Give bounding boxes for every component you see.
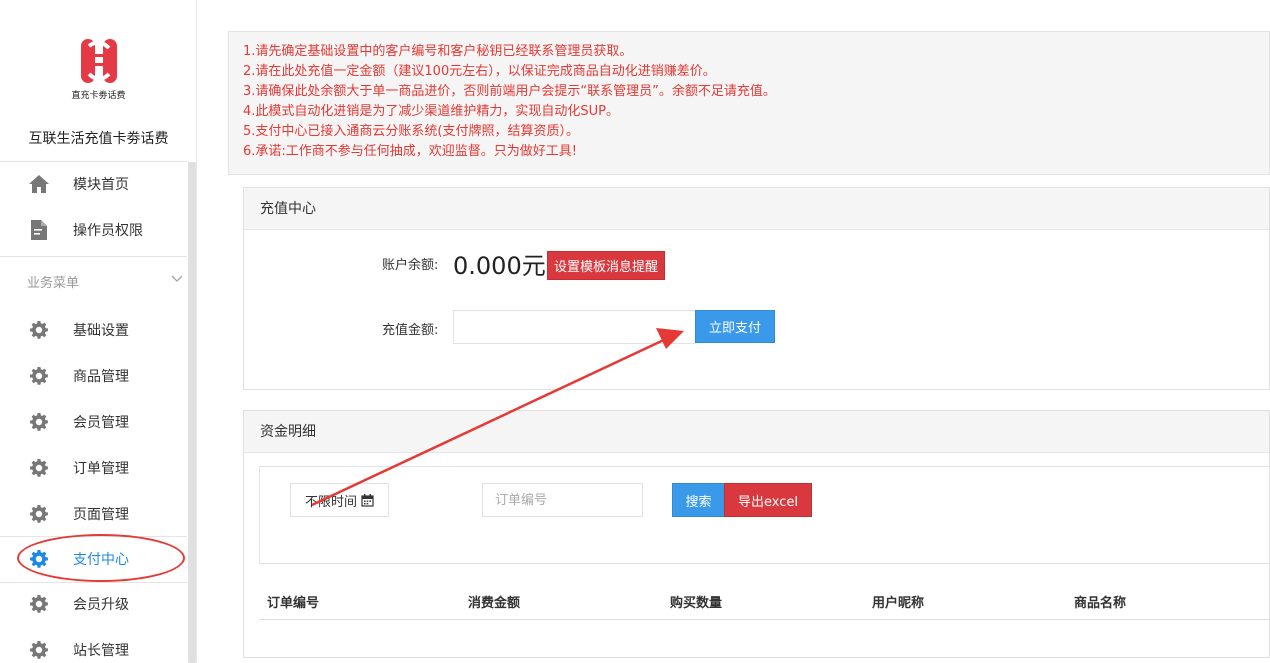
- notice-line: 4.此模式自动化进销是为了减少渠道维护精力，实现自动化SUP。: [243, 104, 620, 119]
- notice-line: 3.请确保此处余额大于单一商品进价，否则前端用户会提示“联系管理员”。余额不足请…: [243, 84, 776, 99]
- order-number-input[interactable]: [482, 483, 643, 517]
- export-excel-button[interactable]: 导出excel: [724, 483, 812, 517]
- divider: [0, 256, 187, 257]
- date-filter-label: 不限时间: [304, 494, 357, 510]
- gear-icon: [28, 548, 50, 570]
- column-header: 购买数量: [670, 596, 723, 611]
- sidebar-item-label: 站长管理: [73, 643, 129, 659]
- sidebar-item-label: 页面管理: [73, 507, 129, 523]
- column-header: 用户昵称: [872, 596, 925, 611]
- sidebar-item-operator-permissions[interactable]: 操作员权限: [0, 207, 187, 253]
- logo: 直充卡劵话费: [0, 36, 197, 101]
- notice-line: 2.请在此处充值一定金额（建议100元左右），以保证完成商品自动化进销赚差价。: [243, 64, 716, 79]
- gear-icon: [28, 457, 50, 479]
- pay-now-button[interactable]: 立即支付: [695, 310, 775, 343]
- sidebar-item-label: 会员管理: [73, 415, 129, 431]
- gear-icon: [28, 411, 50, 433]
- sidebar-item-1[interactable]: 基础设置: [0, 307, 187, 353]
- sidebar-item-4[interactable]: 订单管理: [0, 445, 187, 491]
- logo-icon: [80, 39, 117, 83]
- notice-box: 1.请先确定基础设置中的客户编号和客户秘钥已经联系管理员获取。 2.请在此处充值…: [228, 31, 1270, 175]
- panel-title: 资金明细: [244, 411, 1269, 453]
- recharge-panel: 充值中心: [243, 187, 1270, 390]
- sidebar-item-label: 模块首页: [73, 177, 129, 193]
- section-title: 业务菜单: [27, 276, 80, 291]
- column-header: 订单编号: [267, 596, 320, 611]
- amount-label: 充值金额:: [382, 323, 439, 338]
- notice-line: 6.承诺:工作商不参与任何抽成，欢迎监督。只为做好工具!: [243, 144, 577, 159]
- app-name: 互联生活充值卡劵话费: [28, 131, 169, 147]
- notice-line: 5.支付中心已接入通商云分账系统(支付牌照，结算资质）。: [243, 124, 579, 139]
- sidebar-item-3[interactable]: 会员管理: [0, 399, 187, 445]
- sidebar-item-8[interactable]: 站长管理: [0, 627, 187, 663]
- chevron-down-icon[interactable]: [170, 272, 184, 286]
- document-edit-icon: [28, 219, 50, 241]
- sidebar-item-home[interactable]: 模块首页: [0, 161, 187, 207]
- sidebar-item-7[interactable]: 会员升级: [0, 581, 187, 627]
- sidebar-item-6[interactable]: 支付中心: [0, 536, 187, 582]
- sidebar-item-2[interactable]: 商品管理: [0, 353, 187, 399]
- date-filter-button[interactable]: 不限时间: [290, 483, 389, 517]
- sidebar-item-5[interactable]: 页面管理: [0, 491, 187, 537]
- column-header: 商品名称: [1074, 596, 1127, 611]
- gear-icon: [28, 503, 50, 525]
- sidebar-item-label: 操作员权限: [73, 223, 143, 239]
- table-header-divider: [259, 619, 1270, 620]
- panel-title: 充值中心: [244, 188, 1269, 230]
- column-header: 消费金额: [468, 596, 521, 611]
- scrollbar-thumb[interactable]: [188, 162, 196, 663]
- search-button[interactable]: 搜索: [672, 483, 725, 517]
- gear-icon: [28, 365, 50, 387]
- sidebar: 直充卡劵话费 互联生活充值卡劵话费 模块首页 操作员权限 业务菜单 基础设置商品…: [0, 0, 197, 663]
- sidebar-item-label: 支付中心: [73, 552, 129, 568]
- logo-caption: 直充卡劵话费: [71, 91, 126, 101]
- gear-icon: [28, 639, 50, 661]
- sidebar-item-label: 商品管理: [73, 369, 129, 385]
- balance-value: 0.000元: [453, 252, 546, 280]
- amount-input[interactable]: [453, 310, 696, 344]
- sidebar-item-label: 基础设置: [73, 323, 129, 339]
- gear-icon: [28, 319, 50, 341]
- sidebar-item-label: 订单管理: [73, 461, 129, 477]
- notice-line: 1.请先确定基础设置中的客户编号和客户秘钥已经联系管理员获取。: [243, 44, 633, 59]
- calendar-icon: [361, 493, 374, 507]
- sidebar-item-label: 会员升级: [73, 597, 129, 613]
- template-message-button[interactable]: 设置模板消息提醒: [547, 251, 665, 280]
- gear-icon: [28, 593, 50, 615]
- balance-label: 账户余额:: [382, 258, 439, 273]
- home-icon: [28, 173, 50, 195]
